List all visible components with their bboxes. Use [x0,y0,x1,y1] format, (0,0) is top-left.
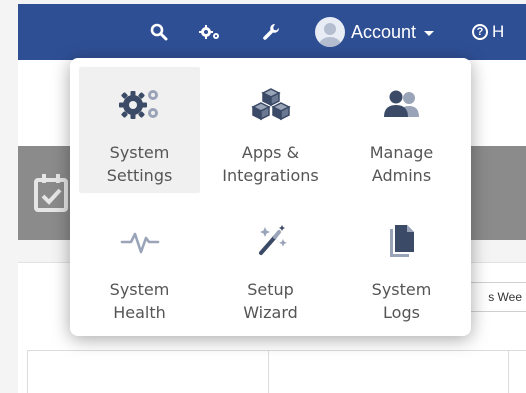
help-icon: ? [472,24,488,40]
account-menu-button[interactable]: Account [315,4,445,60]
menu-item-label: System Health [109,280,170,322]
menu-item-apps-integrations[interactable]: Apps & Integrations [210,67,331,193]
menu-item-label: System Settings [106,143,173,185]
cubes-icon [210,85,331,123]
menu-item-label: Setup Wizard [243,280,298,322]
menu-item-system-logs[interactable]: System Logs [341,204,462,330]
wrench-icon [263,23,280,40]
heartbeat-icon [79,222,200,260]
menu-item-label: Manage Admins [369,143,434,185]
users-icon [341,85,462,123]
avatar-icon [315,17,345,47]
table-column-divider [508,351,509,393]
menu-item-label: Apps & Integrations [222,143,319,185]
data-table [27,350,526,393]
settings-button[interactable] [193,4,227,60]
tools-button[interactable] [256,4,286,60]
menu-item-system-health[interactable]: System Health [79,204,200,330]
menu-item-system-settings[interactable]: System Settings [79,67,200,193]
top-navigation-bar: Account ? H [18,4,526,60]
calendar-check-icon [34,168,68,216]
gears-icon [199,25,219,39]
help-button[interactable]: ? H [472,4,526,60]
table-column-divider [268,351,269,393]
magic-wand-icon [210,222,331,260]
caret-down-icon [424,30,435,36]
search-button[interactable] [146,4,172,60]
menu-item-setup-wizard[interactable]: Setup Wizard [210,204,331,330]
account-dropdown-menu: System Settings Apps & Integrations Mana… [70,58,471,336]
menu-item-label: System Logs [371,280,432,322]
account-label: Account [351,21,417,42]
files-icon [341,222,462,260]
gears-icon [79,85,200,123]
menu-item-manage-admins[interactable]: Manage Admins [341,67,462,193]
help-label: H [492,22,505,41]
search-icon [150,23,168,41]
